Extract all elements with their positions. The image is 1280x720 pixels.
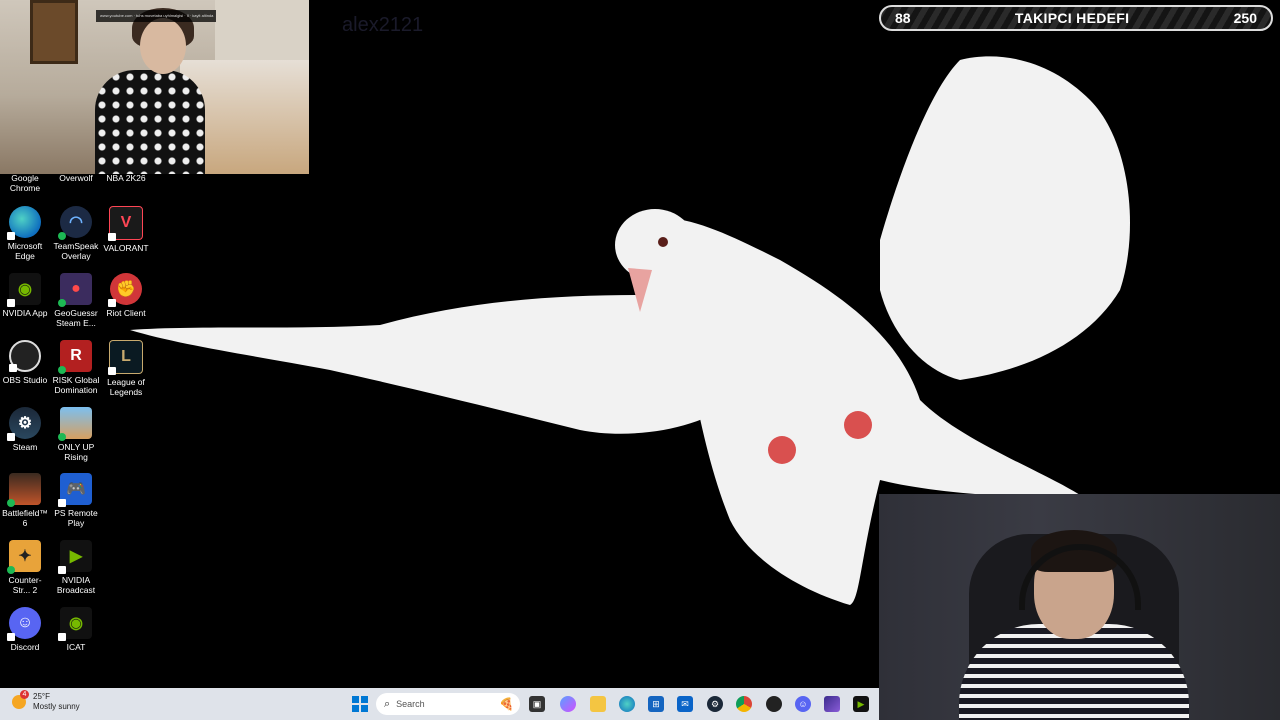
overlay-watermark-text: alex2121 xyxy=(342,14,424,36)
desktop-icon-discord[interactable]: ☺ Discord xyxy=(0,607,50,652)
search-highlight-icon: 🍕 xyxy=(499,697,514,711)
search-placeholder: Search xyxy=(396,699,425,709)
dove-foot xyxy=(768,436,796,464)
nvidia-broadcast-icon: ▶ xyxy=(58,540,92,574)
desktop-icon-risk[interactable]: R RISK Global Domination xyxy=(51,340,101,395)
nvidia-icon: ◉ xyxy=(7,273,41,307)
goal-current: 88 xyxy=(895,10,911,26)
desktop-icon-teamspeak-overlay[interactable]: ◠ TeamSpeak Overlay xyxy=(51,206,101,261)
battlefield-icon xyxy=(7,473,41,507)
edge-icon[interactable] xyxy=(619,696,635,712)
teamspeak-icon: ◠ xyxy=(58,206,92,240)
desktop-icon-battlefield-6[interactable]: Battlefield™ 6 xyxy=(0,473,50,528)
counter-strike-icon: ✦ xyxy=(7,540,41,574)
dove-eye xyxy=(658,237,668,247)
store-icon[interactable]: ⊞ xyxy=(648,696,664,712)
desktop-icon-ps-remote-play[interactable]: 🎮 PS Remote Play xyxy=(51,473,101,528)
notification-badge: 4 xyxy=(20,690,29,699)
nvidia-broadcast-icon[interactable]: ▶ xyxy=(853,696,869,712)
search-icon: ⌕ xyxy=(384,697,391,710)
desktop-icon-label-chrome[interactable]: Google Chrome xyxy=(0,173,50,193)
desktop-icon-geoguessr[interactable]: ● GeoGuessr Steam E... xyxy=(51,273,101,328)
desktop-icon-nvidia-app[interactable]: ◉ NVIDIA App xyxy=(0,273,50,318)
webcam-overlay xyxy=(879,494,1280,720)
start-icon[interactable] xyxy=(352,696,368,712)
painting xyxy=(30,0,78,64)
desktop-icon-label-nba2k26[interactable]: NBA 2K26 xyxy=(101,173,151,183)
taskbar: 4 25°F Mostly sunny ⌕ Search 🍕 ▣ ⊞ ✉ ⚙ ☺… xyxy=(0,688,879,720)
outlook-icon[interactable]: ✉ xyxy=(677,696,693,712)
desktop-icon-steam[interactable]: ⚙ Steam xyxy=(0,407,50,452)
desktop-icon-label-overwolf[interactable]: Overwolf xyxy=(51,173,101,183)
desktop-icon-nvidia-broadcast[interactable]: ▶ NVIDIA Broadcast xyxy=(51,540,101,595)
obs-icon[interactable] xyxy=(766,696,782,712)
edge-icon xyxy=(7,206,41,240)
gamepad-icon: 🎮 xyxy=(58,473,92,507)
weather-condition: Mostly sunny xyxy=(33,702,80,711)
weather-temp: 25°F xyxy=(33,692,50,701)
desktop-icon-only-up-rising[interactable]: ONLY UP Rising xyxy=(51,407,101,462)
person-body xyxy=(95,70,205,174)
weather-widget[interactable]: 4 25°F Mostly sunny xyxy=(12,690,80,712)
risk-icon: R xyxy=(58,340,92,374)
desktop-icon-riot-client[interactable]: ✊ Riot Client xyxy=(101,273,151,318)
discord-icon: ☺ xyxy=(7,607,41,641)
obs-icon xyxy=(9,340,41,372)
icat-icon: ◉ xyxy=(58,607,92,641)
discord-icon[interactable]: ☺ xyxy=(795,696,811,712)
steam-icon: ⚙ xyxy=(7,407,41,441)
chrome-icon[interactable] xyxy=(736,696,752,712)
desktop-icon-counter-strike-2[interactable]: ✦ Counter-Str... 2 xyxy=(0,540,50,595)
follower-goal-bar: 88 TAKIPCI HEDEFI 250 xyxy=(879,5,1273,31)
taskbar-search-box[interactable]: ⌕ Search 🍕 xyxy=(376,693,520,715)
valorant-icon: V xyxy=(108,206,143,241)
copilot-icon[interactable] xyxy=(560,696,576,712)
goal-target: 250 xyxy=(1233,10,1257,26)
file-explorer-icon[interactable] xyxy=(590,696,606,712)
dove-foot xyxy=(844,411,872,439)
goal-title: TAKIPCI HEDEFI xyxy=(1014,10,1130,26)
riot-fist-icon: ✊ xyxy=(108,273,142,307)
desktop-icon-league-of-legends[interactable]: L League of Legends xyxy=(101,340,151,397)
video-overlay-top: www.youtube.com · tuhs movetaba uyhlmalg… xyxy=(0,0,309,174)
person-head xyxy=(140,18,186,74)
only-up-icon xyxy=(58,407,92,441)
sun-icon: 4 xyxy=(12,690,29,709)
desktop-icon-microsoft-edge[interactable]: Microsoft Edge xyxy=(0,206,50,261)
steam-icon[interactable]: ⚙ xyxy=(707,696,723,712)
desktop-icon-icat[interactable]: ◉ ICAT xyxy=(51,607,101,652)
desktop-icon-obs-studio[interactable]: OBS Studio xyxy=(0,340,50,385)
geoguessr-pin-icon: ● xyxy=(58,273,92,307)
video-caption: www.youtube.com · tuhs movetaba uyhlmalg… xyxy=(96,10,216,22)
desktop-icon-valorant[interactable]: V VALORANT xyxy=(101,206,151,253)
task-view-icon[interactable]: ▣ xyxy=(529,696,545,712)
league-icon: L xyxy=(108,340,143,375)
app-icon[interactable] xyxy=(824,696,840,712)
